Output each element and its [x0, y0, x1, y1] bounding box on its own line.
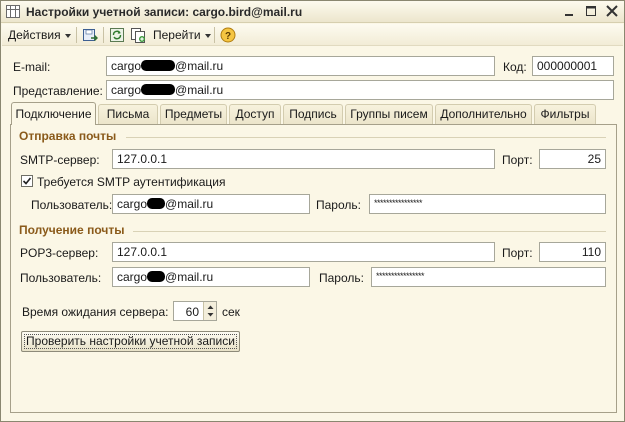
tab-access[interactable]: Доступ [229, 104, 281, 124]
smtp-port-label: Порт: [502, 153, 533, 167]
tab-label: Доступ [235, 107, 275, 121]
save-close-icon[interactable] [82, 27, 98, 43]
toolbar-separator [214, 27, 215, 43]
smtp-server-field[interactable]: 127.0.0.1 [112, 149, 495, 169]
toolbar: Действия Перейти ? [2, 24, 623, 46]
pop3-server-label: POP3-сервер: [20, 246, 99, 260]
section-divider [126, 137, 606, 138]
account-settings-window: Настройки учетной записи: cargo.bird@mai… [0, 0, 625, 422]
chevron-down-icon [64, 33, 71, 38]
help-icon[interactable]: ? [220, 27, 236, 43]
close-icon[interactable] [604, 4, 620, 19]
toolbar-separator [103, 27, 104, 43]
form-icon [6, 5, 20, 18]
window-title: Настройки учетной записи: cargo.bird@mai… [26, 5, 303, 19]
email-prefix: cargo [111, 59, 142, 73]
timeout-unit: сек [222, 305, 240, 319]
smtp-password-label: Пароль: [316, 198, 361, 212]
check-settings-button[interactable]: Проверить настройки учетной записи [21, 331, 240, 352]
pop3-port-label: Порт: [502, 246, 533, 260]
tab-label: Предметы [164, 107, 223, 121]
tab-letters[interactable]: Письма [98, 104, 158, 124]
pop3-password-label: Пароль: [319, 271, 364, 285]
actions-menu-label: Действия [8, 28, 61, 42]
tab-label: Письма [106, 107, 150, 121]
checkmark-icon [22, 177, 32, 185]
redaction-mark [147, 198, 166, 209]
representation-label: Представление: [13, 84, 103, 98]
tab-subjects[interactable]: Предметы [160, 104, 227, 124]
pop3-password-field[interactable]: **************** [371, 267, 606, 287]
representation-suffix: @mail.ru [175, 83, 224, 97]
incoming-section-title: Получение почты [19, 223, 125, 237]
smtp-user-field[interactable]: cargo @mail.ru [112, 194, 310, 214]
tab-additional[interactable]: Дополнительно [435, 104, 532, 124]
tab-filters[interactable]: Фильтры [534, 104, 596, 124]
smtp-user-suffix: @mail.ru [165, 197, 214, 211]
focus-ring [24, 334, 237, 349]
tab-label: Подпись [289, 107, 337, 121]
pop3-user-suffix: @mail.ru [165, 270, 214, 284]
copy-icon[interactable] [130, 27, 146, 43]
redaction-mark [141, 60, 176, 71]
smtp-auth-checkbox[interactable] [21, 175, 33, 187]
timeout-value: 60 [185, 305, 199, 319]
minimize-icon[interactable] [561, 4, 577, 19]
pop3-user-prefix: cargo [117, 270, 148, 284]
smtp-password-field[interactable]: **************** [369, 194, 606, 214]
refresh-icon[interactable] [109, 27, 125, 43]
spin-arrows-icon[interactable] [204, 302, 217, 320]
timeout-stepper[interactable]: 60 [173, 301, 217, 321]
smtp-server-label: SMTP-сервер: [20, 153, 100, 167]
email-suffix: @mail.ru [175, 59, 224, 73]
tab-label: Дополнительно [440, 107, 527, 121]
tab-label: Группы писем [350, 107, 428, 121]
tab-letter-groups[interactable]: Группы писем [345, 104, 433, 124]
representation-prefix: cargo [111, 83, 142, 97]
actions-menu[interactable]: Действия [8, 26, 71, 44]
representation-field[interactable]: cargo @mail.ru [106, 80, 614, 100]
pop3-port-field[interactable]: 110 [539, 242, 606, 262]
tab-label: Фильтры [540, 107, 590, 121]
tab-connection[interactable]: Подключение [11, 102, 96, 125]
smtp-auth-label: Требуется SMTP аутентификация [37, 175, 226, 189]
section-divider [133, 231, 606, 232]
email-field[interactable]: cargo @mail.ru [106, 56, 495, 76]
tab-label: Подключение [15, 107, 92, 121]
pop3-user-label: Пользователь: [20, 271, 102, 285]
smtp-user-prefix: cargo [117, 197, 148, 211]
email-label: E-mail: [13, 60, 51, 74]
svg-text:?: ? [225, 31, 231, 42]
redaction-mark [147, 271, 166, 282]
pop3-user-field[interactable]: cargo @mail.ru [112, 267, 310, 287]
goto-menu-label: Перейти [153, 28, 201, 42]
goto-menu[interactable]: Перейти [153, 26, 211, 44]
outgoing-section-title: Отправка почты [19, 129, 117, 143]
maximize-icon[interactable] [583, 4, 599, 19]
code-label: Код: [503, 60, 527, 74]
pop3-server-field[interactable]: 127.0.0.1 [112, 242, 495, 262]
redaction-mark [141, 84, 176, 95]
smtp-port-field[interactable]: 25 [539, 149, 606, 169]
smtp-user-label: Пользователь: [31, 198, 113, 212]
timeout-label: Время ожидания сервера: [22, 305, 169, 319]
chevron-down-icon [204, 33, 211, 38]
toolbar-separator [76, 27, 77, 43]
spin-buttons[interactable] [203, 302, 216, 320]
title-bar[interactable]: Настройки учетной записи: cargo.bird@mai… [1, 1, 624, 23]
tab-signature[interactable]: Подпись [283, 104, 343, 124]
code-field[interactable]: 000000001 [532, 56, 614, 76]
